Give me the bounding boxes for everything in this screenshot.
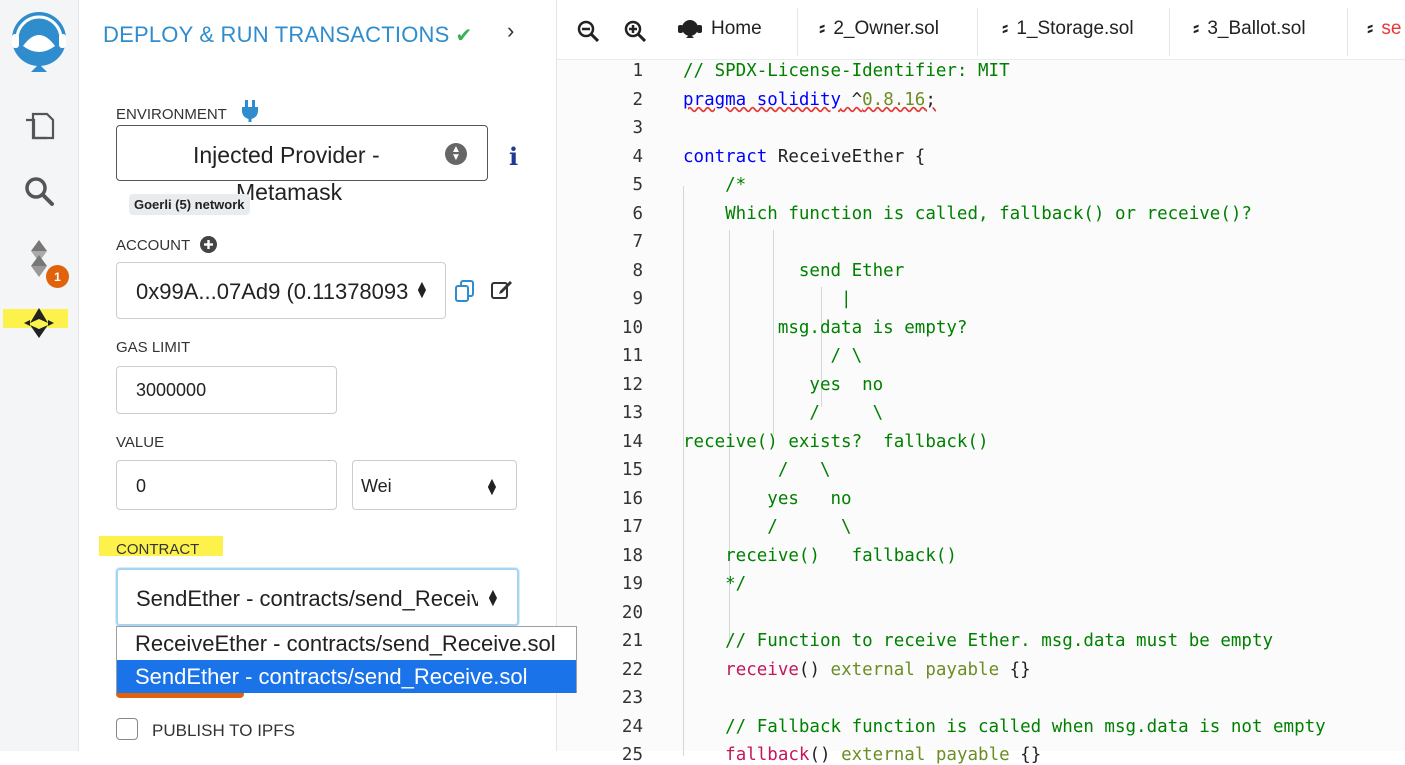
- panel-title-text: DEPLOY & RUN TRANSACTIONS: [103, 22, 450, 47]
- file-explorer-icon[interactable]: [0, 108, 78, 144]
- contract-select[interactable]: SendEther - contracts/send_Receive.sol ▲…: [116, 568, 519, 626]
- panel-title: DEPLOY & RUN TRANSACTIONS ✔: [103, 22, 472, 48]
- editor-tab-bar: Home ⸗ 2_Owner.sol ⸗ 1_Storage.sol ⸗ 3_Ball…: [557, 0, 1405, 60]
- copy-icon[interactable]: [455, 280, 475, 302]
- value-input[interactable]: 0: [116, 460, 337, 510]
- contract-dropdown-list: ReceiveEther - contracts/send_Receive.so…: [116, 626, 577, 693]
- tab-2-owner-sol[interactable]: ⸗ 2_Owner.sol: [819, 18, 939, 40]
- remix-logo-icon[interactable]: [0, 5, 78, 75]
- publish-ipfs-checkbox[interactable]: [116, 718, 138, 740]
- zoom-out-icon[interactable]: [577, 20, 599, 42]
- plug-icon: [241, 100, 258, 122]
- search-icon[interactable]: [0, 173, 78, 209]
- value-amount: 0: [136, 476, 147, 496]
- solidity-file-icon: ⸗: [1193, 18, 1200, 39]
- select-arrows-icon: ▲ ▼: [485, 474, 499, 498]
- environment-value-overflow: Metamask: [236, 179, 343, 205]
- account-value: 0x99A...07Ad9 (0.11378093: [136, 279, 408, 304]
- environment-select[interactable]: Injected Provider - ▲ ▼ Metamask: [116, 125, 488, 205]
- value-unit: Wei: [361, 476, 392, 496]
- gas-limit-value: 3000000: [136, 380, 207, 400]
- solidity-file-icon: ⸗: [1367, 18, 1374, 39]
- gas-limit-input[interactable]: 3000000: [116, 366, 337, 414]
- edit-icon[interactable]: [491, 280, 513, 300]
- publish-ipfs-label: PUBLISH TO IPFS: [152, 721, 295, 740]
- value-label: VALUE: [116, 434, 165, 451]
- tab-home[interactable]: Home: [677, 18, 762, 40]
- tab-3-ballot-sol[interactable]: ⸗ 3_Ballot.sol: [1193, 18, 1306, 40]
- zoom-in-icon[interactable]: [624, 20, 646, 42]
- icon-panel: 1: [0, 0, 79, 751]
- solidity-file-icon: ⸗: [819, 18, 826, 39]
- info-icon[interactable]: i: [509, 142, 518, 171]
- account-select[interactable]: 0x99A...07Ad9 (0.11378093 ▲ ▼: [116, 262, 446, 319]
- select-arrows-icon: ▲ ▼: [445, 143, 467, 165]
- account-label: ACCOUNT: [116, 236, 218, 254]
- select-arrows-icon: ▲ ▼: [415, 277, 429, 301]
- add-account-icon[interactable]: [200, 236, 218, 253]
- home-icon: [678, 20, 702, 38]
- network-badge: Goerli (5) network: [129, 194, 250, 215]
- tab-send-receive-sol[interactable]: ⸗ se: [1367, 18, 1401, 40]
- contract-option[interactable]: ReceiveEther - contracts/send_Receive.so…: [117, 627, 576, 660]
- gas-limit-label: GAS LIMIT: [116, 339, 191, 356]
- contract-option-selected[interactable]: SendEther - contracts/send_Receive.sol: [117, 660, 576, 693]
- deploy-run-icon[interactable]: [0, 306, 78, 340]
- tab-1-storage-sol[interactable]: ⸗ 1_Storage.sol: [1002, 18, 1134, 40]
- contract-selected-value: SendEther - contracts/send_Receive.sol: [136, 586, 478, 611]
- environment-label: ENVIRONMENT: [116, 100, 259, 123]
- check-icon: ✔: [455, 25, 473, 47]
- environment-value: Injected Provider -: [193, 142, 380, 168]
- contract-label: CONTRACT: [116, 541, 200, 558]
- select-arrows-icon: ▲ ▼: [486, 585, 500, 609]
- deploy-run-panel: DEPLOY & RUN TRANSACTIONS ✔ › ENVIRONMENT…: [79, 0, 577, 751]
- compiler-warning-badge: 1: [46, 265, 69, 288]
- solidity-file-icon: ⸗: [1002, 18, 1009, 39]
- code-editor[interactable]: 1// SPDX-License-Identifier: MIT 2 pragma…: [557, 60, 1405, 765]
- value-unit-select[interactable]: Wei ▲ ▼: [352, 460, 517, 510]
- chevron-right-icon[interactable]: ›: [507, 18, 514, 44]
